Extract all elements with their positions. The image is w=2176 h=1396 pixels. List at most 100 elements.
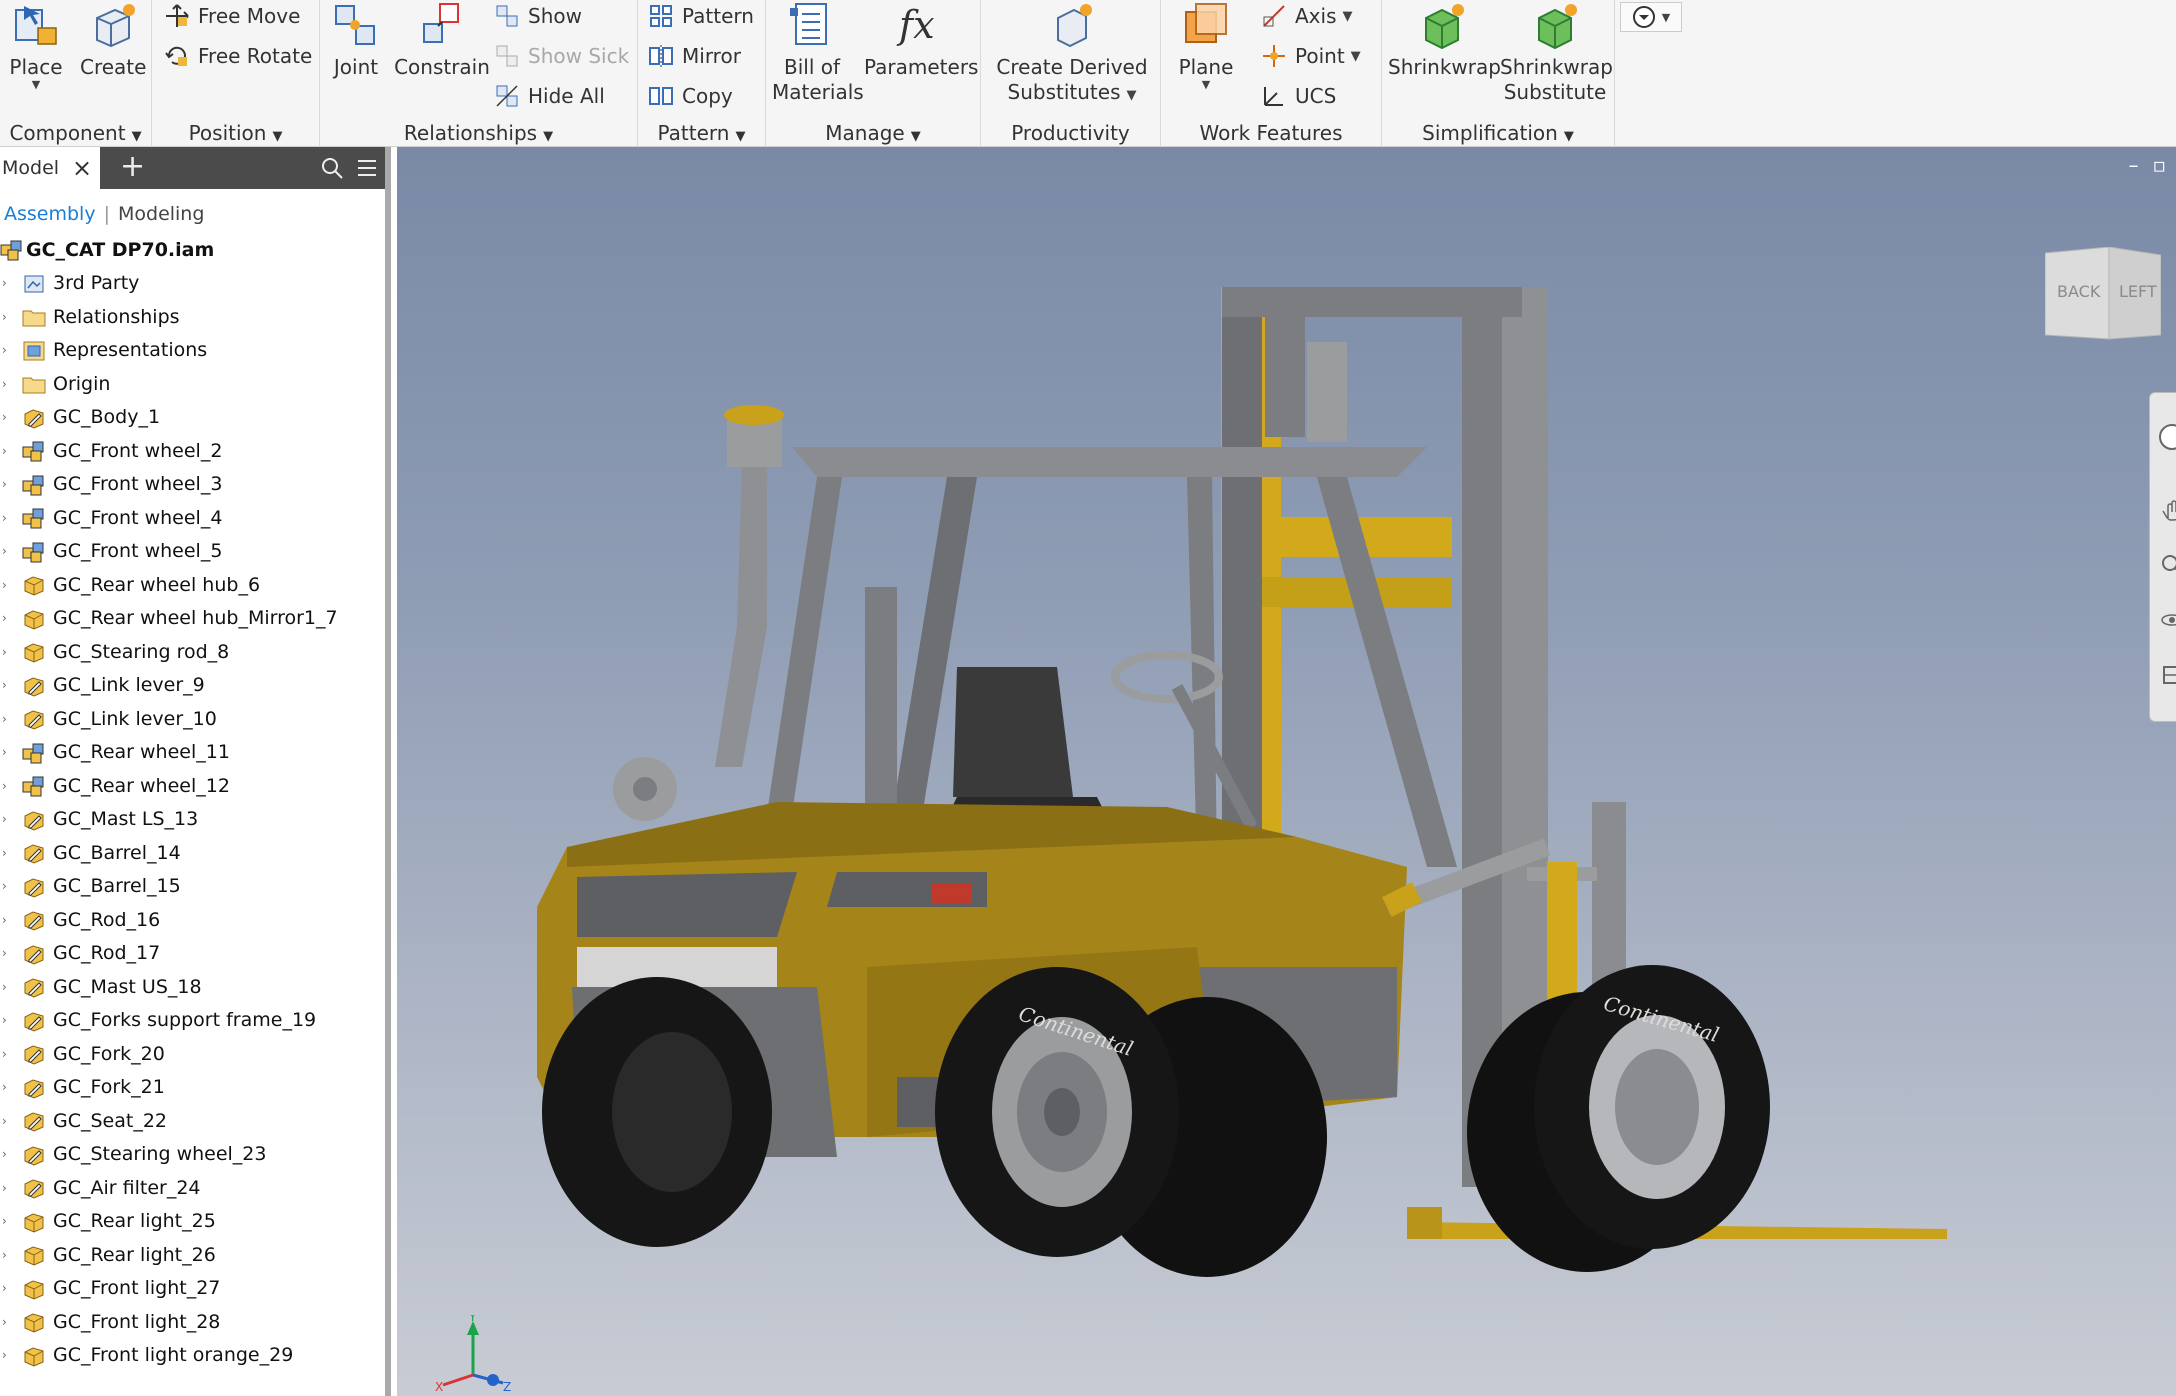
expand-chevron-icon[interactable]: › <box>2 578 7 592</box>
graphics-viewport[interactable]: – ▫ Continental Continental BACK LEFT Y … <box>397 147 2176 1396</box>
tree-item[interactable]: › GC_Stearing wheel_23 <box>0 1138 385 1172</box>
expand-chevron-icon[interactable]: › <box>2 879 7 893</box>
pattern-group-label[interactable]: Pattern ▼ <box>638 121 765 145</box>
shrinkwrap-substitute-button[interactable]: Shrinkwrap Substitute <box>1500 0 1613 105</box>
plane-button[interactable]: Plane ▼ <box>1173 0 1239 90</box>
expand-chevron-icon[interactable]: › <box>2 1047 7 1061</box>
tree-item[interactable]: › GC_Seat_22 <box>0 1104 385 1138</box>
expand-chevron-icon[interactable]: › <box>2 812 7 826</box>
tree-item[interactable]: › GC_Barrel_14 <box>0 836 385 870</box>
steering-wheel-nav-icon[interactable] <box>2156 421 2176 453</box>
expand-chevron-icon[interactable]: › <box>2 1348 7 1362</box>
expand-chevron-icon[interactable]: › <box>2 1181 7 1195</box>
show-button[interactable]: Show <box>494 0 582 34</box>
expand-chevron-icon[interactable]: › <box>2 1013 7 1027</box>
tree-item[interactable]: › GC_Front light_28 <box>0 1305 385 1339</box>
tree-item[interactable]: › GC_Fork_20 <box>0 1037 385 1071</box>
menu-icon[interactable] <box>356 158 378 178</box>
expand-chevron-icon[interactable]: › <box>2 343 7 357</box>
expand-chevron-icon[interactable]: › <box>2 980 7 994</box>
tree-item[interactable]: › GC_Link lever_10 <box>0 702 385 736</box>
tree-item[interactable]: › 3rd Party <box>0 267 385 301</box>
pan-icon[interactable] <box>2160 498 2176 522</box>
expand-chevron-icon[interactable]: › <box>2 1315 7 1329</box>
expand-chevron-icon[interactable]: › <box>2 1114 7 1128</box>
tree-item[interactable]: › Relationships <box>0 300 385 334</box>
component-group-label[interactable]: Component ▼ <box>0 121 151 145</box>
constrain-button[interactable]: Constrain <box>390 0 494 80</box>
position-group-label[interactable]: Position ▼ <box>152 121 319 145</box>
expand-chevron-icon[interactable]: › <box>2 645 7 659</box>
expand-chevron-icon[interactable]: › <box>2 913 7 927</box>
tree-item[interactable]: › GC_Front light_27 <box>0 1272 385 1306</box>
tree-item[interactable]: › GC_Rear wheel_12 <box>0 769 385 803</box>
tree-root[interactable]: GC_CAT DP70.iam <box>0 233 385 267</box>
tree-item[interactable]: › GC_Rear wheel hub_6 <box>0 568 385 602</box>
expand-chevron-icon[interactable]: › <box>2 846 7 860</box>
ucs-button[interactable]: UCS <box>1261 78 1336 114</box>
tree-item[interactable]: › GC_Forks support frame_19 <box>0 1004 385 1038</box>
tree-item[interactable]: › GC_Body_1 <box>0 401 385 435</box>
tree-item[interactable]: › Representations <box>0 334 385 368</box>
tree-item[interactable]: › GC_Front wheel_2 <box>0 434 385 468</box>
shrinkwrap-button[interactable]: Shrinkwrap <box>1388 0 1501 80</box>
expand-chevron-icon[interactable]: › <box>2 1214 7 1228</box>
point-button[interactable]: Point ▼ <box>1261 38 1361 74</box>
pattern-button[interactable]: Pattern <box>648 0 754 34</box>
expand-chevron-icon[interactable]: › <box>2 712 7 726</box>
parameters-button[interactable]: fx Parameters <box>864 0 978 80</box>
expand-chevron-icon[interactable]: › <box>2 1080 7 1094</box>
tree-item[interactable]: › GC_Front light orange_29 <box>0 1339 385 1373</box>
expand-chevron-icon[interactable]: › <box>2 444 7 458</box>
expand-chevron-icon[interactable]: › <box>2 477 7 491</box>
tree-item[interactable]: › GC_Barrel_15 <box>0 870 385 904</box>
tree-item[interactable]: › GC_Air filter_24 <box>0 1171 385 1205</box>
tree-item[interactable]: › GC_Stearing rod_8 <box>0 635 385 669</box>
tab-assembly[interactable]: Assembly <box>4 203 96 225</box>
expand-chevron-icon[interactable]: › <box>2 946 7 960</box>
copy-button[interactable]: Copy <box>648 78 733 114</box>
expand-chevron-icon[interactable]: › <box>2 410 7 424</box>
bill-of-materials-button[interactable]: Bill of Materials <box>772 0 864 105</box>
free-move-button[interactable]: Free Move <box>164 0 300 34</box>
expand-chevron-icon[interactable]: › <box>2 1248 7 1262</box>
axis-button[interactable]: Axis ▼ <box>1261 0 1353 34</box>
expand-chevron-icon[interactable]: › <box>2 276 7 290</box>
search-icon[interactable] <box>320 156 344 180</box>
zoom-icon[interactable] <box>2160 553 2176 577</box>
tree-item[interactable]: › GC_Rear wheel_11 <box>0 736 385 770</box>
mirror-button[interactable]: Mirror <box>648 38 741 74</box>
expand-chevron-icon[interactable]: › <box>2 745 7 759</box>
create-derived-substitutes-button[interactable]: Create Derived Substitutes ▼ <box>987 0 1157 108</box>
close-icon[interactable]: × <box>72 147 92 189</box>
expand-chevron-icon[interactable]: › <box>2 377 7 391</box>
tree-item[interactable]: › GC_Mast LS_13 <box>0 803 385 837</box>
expand-chevron-icon[interactable]: › <box>2 611 7 625</box>
tab-modeling[interactable]: Modeling <box>118 203 204 225</box>
free-rotate-button[interactable]: Free Rotate <box>164 38 312 74</box>
add-tab-icon[interactable]: + <box>120 147 145 187</box>
expand-chevron-icon[interactable]: › <box>2 511 7 525</box>
expand-chevron-icon[interactable]: › <box>2 678 7 692</box>
tree-item[interactable]: › GC_Front wheel_5 <box>0 535 385 569</box>
tree-item[interactable]: › GC_Rod_16 <box>0 903 385 937</box>
tree-item[interactable]: › GC_Fork_21 <box>0 1071 385 1105</box>
relationships-group-label[interactable]: Relationships ▼ <box>320 121 637 145</box>
tree-item[interactable]: › GC_Rear wheel hub_Mirror1_7 <box>0 602 385 636</box>
tree-item[interactable]: › GC_Rod_17 <box>0 937 385 971</box>
tree-item[interactable]: › GC_Mast US_18 <box>0 970 385 1004</box>
expand-chevron-icon[interactable]: › <box>2 310 7 324</box>
look-at-icon[interactable] <box>2160 663 2176 687</box>
tree-item[interactable]: › GC_Front wheel_4 <box>0 501 385 535</box>
tree-item[interactable]: › GC_Front wheel_3 <box>0 468 385 502</box>
simplification-group-label[interactable]: Simplification ▼ <box>1382 121 1614 145</box>
expand-chevron-icon[interactable]: › <box>2 779 7 793</box>
ribbon-options-dropdown[interactable]: ▼ <box>1620 2 1682 32</box>
orbit-icon[interactable] <box>2160 608 2176 632</box>
manage-group-label[interactable]: Manage ▼ <box>766 121 980 145</box>
expand-chevron-icon[interactable]: › <box>2 544 7 558</box>
view-cube[interactable]: BACK LEFT <box>2045 247 2161 347</box>
joint-button[interactable]: Joint <box>328 0 384 80</box>
tree-item[interactable]: › GC_Rear light_26 <box>0 1238 385 1272</box>
place-button[interactable]: Place ▼ <box>6 0 66 90</box>
